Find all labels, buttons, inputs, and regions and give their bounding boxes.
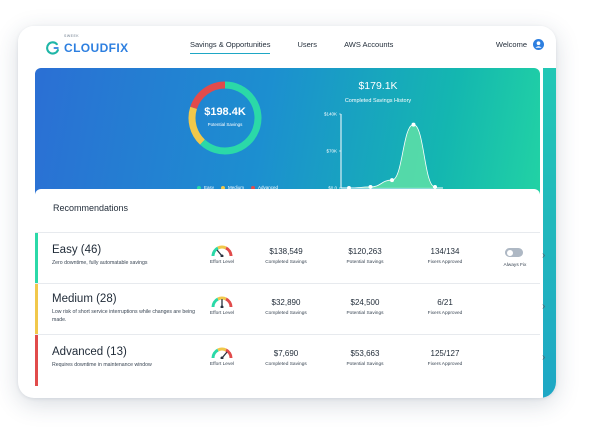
completed-savings-cell: $138,549: [269, 247, 303, 256]
effort-gauge-icon: [211, 245, 233, 257]
effort-level-label: Effort Level: [209, 362, 235, 367]
recommendations-title: Recommendations: [53, 203, 129, 213]
potential-savings-label: Potential Savings: [346, 311, 384, 316]
fixers-approved-cell: 6/21: [437, 298, 453, 307]
data-point: [390, 178, 394, 183]
user-menu[interactable]: Welcome: [496, 39, 544, 50]
app-window: SWEEK CLOUDFIX Savings & Opportunities U…: [18, 26, 556, 398]
savings-history-chart: $140K$70K$0.0JunJulyAugSepOct: [324, 112, 443, 196]
recommendation-row-easy[interactable]: Easy (46) Zero downtime, fully automatab…: [35, 232, 545, 284]
row-name: Easy (46): [52, 244, 102, 256]
completed-savings-label: Completed Savings: [265, 362, 307, 367]
potential-savings-cell: $120,263: [348, 247, 382, 256]
toggle-knob: [506, 249, 513, 256]
effort-level-label: Effort Level: [209, 311, 235, 316]
row-name: Advanced (13): [52, 346, 127, 358]
potential-savings-cell: $24,500: [350, 298, 380, 307]
completed-savings-cell: $7,690: [273, 349, 299, 358]
nav-aws-accounts[interactable]: AWS Accounts: [344, 40, 393, 54]
decorative-side-strip: [543, 68, 556, 398]
user-avatar-icon[interactable]: [533, 39, 544, 50]
chevron-right-icon[interactable]: ›: [542, 250, 545, 261]
recommendation-row-medium[interactable]: Medium (28) Low risk of short service in…: [35, 283, 545, 335]
recommendations-panel: Recommendations Easy (46) Zero downtime,…: [35, 189, 545, 398]
logo-prefix: SWEEK: [64, 34, 80, 38]
chevron-right-icon[interactable]: ›: [542, 352, 545, 363]
always-fix-label: Always Fix: [503, 263, 527, 268]
y-tick-label: $70K: [326, 149, 337, 154]
potential-savings-ring: [188, 81, 262, 155]
row-color-bar: [35, 233, 38, 284]
ring-segment-advanced: [190, 81, 226, 110]
logo-wordmark: CLOUDFIX: [64, 41, 129, 55]
potential-savings-value: $198.4K: [204, 106, 246, 118]
potential-savings-label: Potential Savings: [207, 122, 243, 127]
top-nav-bar: SWEEK CLOUDFIX Savings & Opportunities U…: [18, 26, 556, 66]
completed-savings-title: Completed Savings History: [344, 98, 412, 104]
row-color-bar: [35, 284, 38, 335]
y-tick-label: $140K: [324, 112, 337, 117]
cloudfix-logo[interactable]: SWEEK CLOUDFIX: [46, 34, 129, 57]
completed-savings-label: Completed Savings: [265, 311, 307, 316]
potential-savings-cell: $53,663: [350, 349, 380, 358]
row-description: Requires downtime in maintenance window: [52, 362, 152, 368]
completed-savings-value: $179.1K: [358, 80, 398, 92]
fixers-approved-label: Fixers Approved: [427, 311, 463, 316]
row-name: Medium (28): [52, 293, 117, 305]
fixers-approved-label: Fixers Approved: [427, 260, 463, 265]
nav-users[interactable]: Users: [297, 40, 317, 54]
completed-savings-cell: $32,890: [271, 298, 301, 307]
fixers-approved-label: Fixers Approved: [427, 362, 463, 367]
row-description: Zero downtime, fully automatable savings: [52, 260, 148, 266]
cloudfix-logo-icon: [46, 41, 59, 55]
always-fix-toggle[interactable]: [505, 248, 523, 257]
fixers-approved-cell: 134/134: [430, 247, 460, 256]
row-description: Low risk of short service interruptions …: [52, 309, 196, 323]
completed-savings-label: Completed Savings: [265, 260, 307, 265]
effort-level-label: Effort Level: [209, 260, 235, 265]
potential-savings-label: Potential Savings: [346, 362, 384, 367]
row-color-bar: [35, 335, 38, 386]
effort-gauge-icon: [211, 347, 233, 359]
chevron-right-icon[interactable]: ›: [542, 301, 545, 312]
data-point: [411, 122, 416, 127]
effort-gauge-icon: [211, 296, 233, 308]
fixers-approved-cell: 125/127: [430, 349, 460, 358]
nav-savings-opportunities[interactable]: Savings & Opportunities: [190, 40, 271, 54]
potential-savings-label: Potential Savings: [346, 260, 384, 265]
recommendation-row-advanced[interactable]: Advanced (13) Requires downtime in maint…: [35, 334, 545, 386]
main-nav: Savings & Opportunities Users AWS Accoun…: [190, 40, 420, 54]
welcome-text: Welcome: [495, 40, 527, 49]
ring-segment-easy: [200, 81, 262, 155]
